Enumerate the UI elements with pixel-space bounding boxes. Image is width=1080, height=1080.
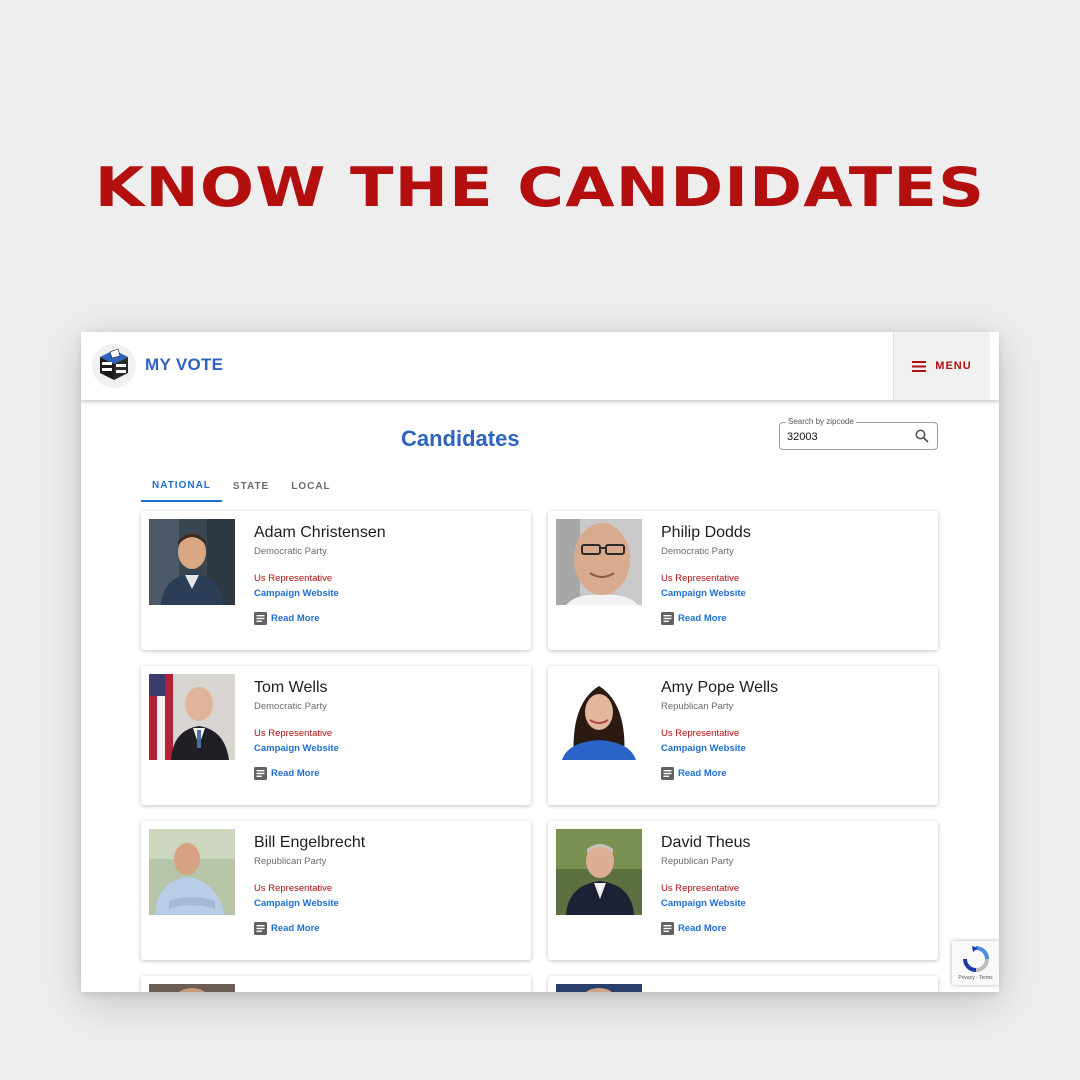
- candidate-name: Philip Dodds: [661, 524, 751, 541]
- candidate-card: David Theus Republican Party Us Represen…: [548, 821, 938, 960]
- candidate-card-partial: [548, 976, 938, 992]
- candidate-photo: [149, 829, 235, 915]
- hamburger-icon: [912, 360, 927, 372]
- read-more-button[interactable]: Read More: [661, 767, 727, 780]
- menu-button[interactable]: MENU: [893, 332, 990, 400]
- zipcode-search-label: Search by zipcode: [786, 417, 856, 427]
- candidate-office: Us Representative: [254, 728, 333, 739]
- document-icon: [254, 767, 267, 780]
- candidate-office: Us Representative: [661, 883, 740, 894]
- tab-state[interactable]: STATE: [222, 470, 280, 502]
- candidate-party: Republican Party: [254, 856, 327, 867]
- document-icon: [661, 922, 674, 935]
- read-more-label: Read More: [271, 613, 320, 624]
- candidate-photo: [149, 674, 235, 760]
- candidate-photo: [556, 829, 642, 915]
- recaptcha-icon: [963, 946, 989, 972]
- candidate-card-partial: [141, 976, 531, 992]
- candidate-office: Us Representative: [661, 573, 740, 584]
- candidate-name: Bill Engelbrecht: [254, 834, 366, 851]
- read-more-label: Read More: [678, 923, 727, 934]
- tab-local[interactable]: LOCAL: [280, 470, 341, 502]
- candidate-party: Democratic Party: [661, 546, 734, 557]
- top-app-bar: MY VOTE MENU: [81, 332, 999, 400]
- brand-name[interactable]: MY VOTE: [145, 355, 223, 375]
- campaign-website-link[interactable]: Campaign Website: [254, 588, 339, 599]
- candidate-photo: [556, 674, 642, 760]
- candidate-party: Democratic Party: [254, 546, 327, 557]
- read-more-button[interactable]: Read More: [661, 612, 727, 625]
- tab-national[interactable]: NATIONAL: [141, 470, 222, 502]
- candidate-card: Philip Dodds Democratic Party Us Represe…: [548, 511, 938, 650]
- logo[interactable]: [92, 344, 136, 388]
- candidate-photo: [556, 519, 642, 605]
- headline: KNOW THE CANDIDATES: [94, 156, 986, 219]
- document-icon: [254, 612, 267, 625]
- candidate-photo: [149, 984, 235, 992]
- campaign-website-link[interactable]: Campaign Website: [254, 743, 339, 754]
- read-more-label: Read More: [271, 923, 320, 934]
- campaign-website-link[interactable]: Campaign Website: [661, 898, 746, 909]
- candidate-card: Amy Pope Wells Republican Party Us Repre…: [548, 666, 938, 805]
- read-more-button[interactable]: Read More: [254, 612, 320, 625]
- read-more-button[interactable]: Read More: [254, 767, 320, 780]
- menu-label: MENU: [935, 360, 972, 372]
- document-icon: [254, 922, 267, 935]
- campaign-website-link[interactable]: Campaign Website: [254, 898, 339, 909]
- candidate-name: David Theus: [661, 834, 751, 851]
- read-more-label: Read More: [678, 768, 727, 779]
- candidate-office: Us Representative: [254, 573, 333, 584]
- recaptcha-text[interactable]: Privacy - Terms: [954, 975, 997, 981]
- candidate-office: Us Representative: [661, 728, 740, 739]
- candidate-photo: [149, 519, 235, 605]
- tab-bar: NATIONAL STATE LOCAL: [141, 470, 342, 502]
- recaptcha-badge[interactable]: Privacy - Terms: [952, 941, 999, 985]
- candidate-name: Adam Christensen: [254, 524, 386, 541]
- read-more-button[interactable]: Read More: [661, 922, 727, 935]
- candidate-photo: [556, 984, 642, 992]
- candidate-party: Republican Party: [661, 856, 734, 867]
- candidate-name: Amy Pope Wells: [661, 679, 779, 696]
- candidate-card: Tom Wells Democratic Party Us Representa…: [141, 666, 531, 805]
- candidate-card: Bill Engelbrecht Republican Party Us Rep…: [141, 821, 531, 960]
- page-title: Candidates: [401, 426, 520, 451]
- candidate-card: Adam Christensen Democratic Party Us Rep…: [141, 511, 531, 650]
- candidate-name: Tom Wells: [254, 679, 328, 696]
- zipcode-search-input[interactable]: 32003: [787, 431, 818, 443]
- document-icon: [661, 767, 674, 780]
- read-more-label: Read More: [678, 613, 727, 624]
- document-icon: [661, 612, 674, 625]
- candidate-party: Democratic Party: [254, 701, 327, 712]
- campaign-website-link[interactable]: Campaign Website: [661, 743, 746, 754]
- zipcode-search-field[interactable]: Search by zipcode 32003: [779, 417, 938, 450]
- read-more-label: Read More: [271, 768, 320, 779]
- search-icon[interactable]: [915, 429, 929, 443]
- candidate-party: Republican Party: [661, 701, 734, 712]
- read-more-button[interactable]: Read More: [254, 922, 320, 935]
- candidate-office: Us Representative: [254, 883, 333, 894]
- browser-frame: MY VOTE MENU Candidates Search by zipcod…: [81, 332, 999, 992]
- campaign-website-link[interactable]: Campaign Website: [661, 588, 746, 599]
- ballot-box-icon: [100, 348, 128, 380]
